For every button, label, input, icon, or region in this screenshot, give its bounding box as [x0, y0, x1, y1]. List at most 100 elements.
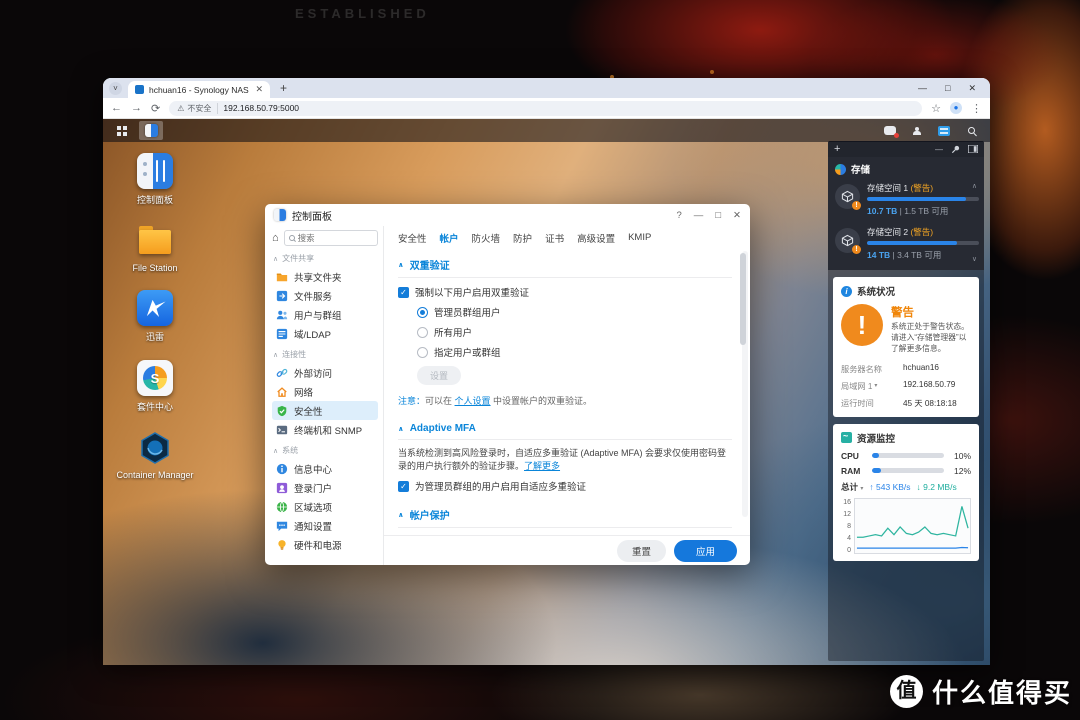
shortcut-xunlei[interactable]: 迅雷 [115, 290, 195, 343]
tab-security[interactable]: 安全性 [398, 231, 427, 245]
volume-available: 1.5 TB 可用 [904, 206, 948, 216]
tab-advanced[interactable]: 高级设置 [577, 231, 615, 245]
sidebar-item-file-services[interactable]: 文件服务 [272, 286, 378, 305]
control-panel-window-title: 控制面板 [292, 208, 332, 223]
sidebar-item-domain-ldap[interactable]: 域/LDAP [272, 324, 378, 343]
sidebar-item-users-groups[interactable]: 用户与群组 [272, 305, 378, 324]
profile-avatar[interactable]: ● [950, 102, 962, 114]
checkbox-checked-icon[interactable]: ✓ [398, 481, 409, 492]
sidebar-item-hardware-power[interactable]: 硬件和电源 [272, 535, 378, 554]
tab-account[interactable]: 帐户 [440, 231, 459, 245]
chevron-up-icon[interactable]: ∧ [972, 182, 977, 190]
pin-icon[interactable] [951, 145, 960, 154]
learn-more-link[interactable]: 了解更多 [524, 461, 560, 471]
tab-protection[interactable]: 防护 [513, 231, 532, 245]
sidebar-item-security[interactable]: 安全性 [272, 401, 378, 420]
tab-close-icon[interactable]: ✕ [255, 84, 263, 95]
radio-admin-group[interactable]: 管理员群组用户 [417, 305, 732, 319]
sidebar-section-system[interactable]: ∧系统 [273, 445, 378, 456]
enforce-2fa-checkbox-row[interactable]: ✓ 强制以下用户启用双重验证 [398, 285, 732, 299]
reset-button[interactable]: 重置 [617, 540, 666, 562]
set-button[interactable]: 设置 [417, 366, 461, 385]
sidebar-item-notification-settings[interactable]: 通知设置 [272, 516, 378, 535]
warning-circle-icon: ! [841, 304, 883, 346]
search-icon[interactable] [964, 124, 978, 138]
panel-minimize-icon[interactable]: — [935, 145, 943, 154]
add-widget-icon[interactable]: + [834, 143, 840, 155]
sidebar-item-login-portal[interactable]: 登录门户 [272, 478, 378, 497]
radio-icon[interactable] [417, 347, 428, 358]
app-drawer-icon[interactable] [111, 122, 133, 139]
radio-selected-icon[interactable] [417, 307, 428, 318]
section-adaptive-mfa[interactable]: ∧Adaptive MFA [398, 415, 732, 440]
adaptive-mfa-checkbox-row[interactable]: ✓ 为管理员群组的用户启用自适应多重验证 [398, 479, 732, 493]
radio-specific-users[interactable]: 指定用户或群组 [417, 345, 732, 359]
sidebar-item-regional-options[interactable]: 区域选项 [272, 497, 378, 516]
shortcut-container-manager[interactable]: Container Manager [115, 430, 195, 480]
kebab-menu-icon[interactable]: ⋮ [971, 102, 982, 115]
browser-tab[interactable]: hchuan16 - Synology NAS ✕ [128, 81, 270, 98]
widget-panel-toggle-icon[interactable] [937, 124, 951, 138]
sidebar-section-connectivity[interactable]: ∧连接性 [273, 349, 378, 360]
apply-button[interactable]: 应用 [674, 540, 737, 562]
window-minimize-icon[interactable]: — [694, 210, 704, 221]
content-scrollbar-thumb[interactable] [740, 253, 746, 345]
control-panel-taskbar-button[interactable] [139, 121, 163, 140]
window-maximize-icon[interactable]: □ [715, 210, 721, 221]
radio-icon[interactable] [417, 327, 428, 338]
url-bar[interactable]: ⚠ 不安全 192.168.50.79:5000 [169, 101, 922, 116]
storage-widget: 存储 ! 存储空间 1 (警告) 10.7 TB | 1.5 TB 可用 ∧ [828, 157, 984, 270]
content-scrollbar[interactable] [742, 251, 748, 517]
network-total-line [857, 506, 968, 537]
sidebar-item-external-access[interactable]: 外部访问 [272, 363, 378, 382]
back-icon[interactable]: ← [111, 102, 122, 114]
sidebar-item-network[interactable]: 网络 [272, 382, 378, 401]
tab-kmip[interactable]: KMIP [628, 232, 651, 243]
storage-volume-2[interactable]: ! 存储空间 2 (警告) 14 TB | 3.4 TB 可用 ∨ [835, 226, 977, 261]
forward-icon[interactable]: → [131, 102, 142, 114]
browser-close-icon[interactable]: ✕ [968, 83, 976, 94]
help-icon[interactable]: ? [676, 210, 681, 221]
user-menu-icon[interactable] [910, 124, 924, 138]
security-tabs: 安全性 帐户 防火墙 防护 证书 高级设置 KMIP [384, 226, 750, 249]
checkbox-checked-icon[interactable]: ✓ [398, 287, 409, 298]
radio-all-users[interactable]: 所有用户 [417, 325, 732, 339]
total-dropdown-caret-icon[interactable]: ▾ [860, 486, 863, 492]
tab-firewall[interactable]: 防火墙 [472, 231, 501, 245]
notifications-icon[interactable] [883, 124, 897, 138]
browser-maximize-icon[interactable]: □ [945, 83, 950, 94]
reload-icon[interactable]: ⟳ [151, 102, 160, 115]
sidebar-section-file-sharing[interactable]: ∧文件共享 [273, 253, 378, 264]
bookmark-star-icon[interactable]: ☆ [931, 102, 941, 115]
sidebar-item-info-center[interactable]: 信息中心 [272, 459, 378, 478]
cpu-row: CPU 10% [841, 451, 971, 461]
tab-search-chevron-icon[interactable]: ˅ [109, 82, 122, 95]
shortcut-package-center[interactable]: S 套件中心 [115, 360, 195, 413]
new-tab-button[interactable]: + [280, 81, 287, 95]
sidebar-item-terminal-snmp[interactable]: 终端机和 SNMP [272, 420, 378, 439]
network-total-row: 总计 ▾ ↑ 543 KB/s ↓ 9.2 MB/s [841, 481, 971, 493]
window-close-icon[interactable]: ✕ [733, 210, 741, 221]
personal-settings-link[interactable]: 个人设置 [455, 396, 491, 406]
tab-certificate[interactable]: 证书 [545, 231, 564, 245]
control-panel-titlebar[interactable]: 控制面板 ? — □ ✕ [265, 204, 750, 226]
external-access-icon [276, 367, 288, 379]
sidebar-item-shared-folder[interactable]: 共享文件夹 [272, 267, 378, 286]
panel-dock-icon[interactable] [968, 145, 978, 153]
home-icon[interactable]: ⌂ [272, 232, 279, 244]
sidebar-search-input[interactable] [298, 233, 373, 243]
chevron-down-icon[interactable]: ∨ [972, 255, 977, 263]
lan-dropdown-caret-icon[interactable]: ▾ [874, 382, 877, 389]
control-panel-window: 控制面板 ? — □ ✕ ⌂ [265, 204, 750, 565]
section-account-protection[interactable]: ∧帐户保护 [398, 499, 732, 528]
account-tab-content: ∧双重验证 ✓ 强制以下用户启用双重验证 管理员群组用户 [384, 249, 750, 535]
section-two-factor[interactable]: ∧双重验证 [398, 249, 732, 278]
shortcut-control-panel[interactable]: 控制面板 [115, 153, 195, 206]
browser-minimize-icon[interactable]: — [918, 83, 927, 94]
not-secure-chip[interactable]: ⚠ 不安全 [177, 103, 218, 114]
health-message: 系统正处于警告状态。请进入“存储管理器”以了解更多信息。 [891, 322, 971, 355]
sidebar-search-box[interactable] [284, 230, 378, 246]
shortcut-file-station[interactable]: File Station [115, 223, 195, 273]
storage-volume-1[interactable]: ! 存储空间 1 (警告) 10.7 TB | 1.5 TB 可用 ∧ [835, 182, 977, 217]
xunlei-bird-icon [137, 290, 173, 326]
